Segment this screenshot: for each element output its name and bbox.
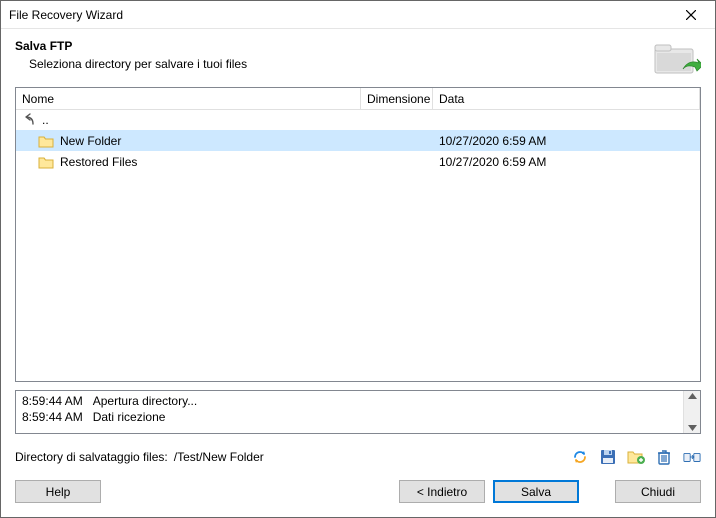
column-size[interactable]: Dimensione xyxy=(361,88,433,109)
up-label: .. xyxy=(42,113,49,127)
new-folder-icon xyxy=(627,449,645,465)
titlebar: File Recovery Wizard xyxy=(1,1,715,29)
save-button[interactable]: Salva xyxy=(493,480,579,503)
item-date: 10/27/2020 6:59 AM xyxy=(433,130,700,151)
save-directory-row: Directory di salvataggio files: /Test/Ne… xyxy=(1,440,715,466)
log-time: 8:59:44 AM xyxy=(22,409,83,425)
item-size xyxy=(361,151,433,172)
item-size xyxy=(361,130,433,151)
transfer-button[interactable] xyxy=(683,448,701,466)
log-line: 8:59:44 AM Apertura directory... xyxy=(22,393,677,409)
item-name: Restored Files xyxy=(60,155,137,169)
up-directory[interactable]: .. xyxy=(16,110,700,130)
folder-icon xyxy=(38,134,54,148)
log-time: 8:59:44 AM xyxy=(22,393,83,409)
column-date[interactable]: Data xyxy=(433,88,700,109)
close-window-button[interactable]: Chiudi xyxy=(615,480,701,503)
refresh-icon xyxy=(572,449,588,465)
content-area: Nome Dimensione Data .. xyxy=(1,87,715,440)
transfer-icon xyxy=(683,449,701,465)
column-name[interactable]: Nome xyxy=(16,88,361,109)
log-panel: 8:59:44 AM Apertura directory... 8:59:44… xyxy=(15,390,701,434)
trash-icon xyxy=(656,449,672,465)
scroll-up-icon xyxy=(688,393,697,399)
window-title: File Recovery Wizard xyxy=(9,8,671,22)
new-folder-button[interactable] xyxy=(627,448,645,466)
log-scrollbar[interactable] xyxy=(683,391,700,433)
wizard-window: File Recovery Wizard Salva FTP Seleziona… xyxy=(0,0,716,518)
toolbar xyxy=(571,448,701,466)
list-item[interactable]: New Folder 10/27/2020 6:59 AM xyxy=(16,130,700,151)
log-line: 8:59:44 AM Dati ricezione xyxy=(22,409,677,425)
log-body: 8:59:44 AM Apertura directory... 8:59:44… xyxy=(16,391,683,433)
log-msg: Apertura directory... xyxy=(93,393,197,409)
ftp-folder-icon xyxy=(653,39,701,79)
save-dir-label: Directory di salvataggio files: xyxy=(15,450,168,464)
up-arrow-icon xyxy=(22,113,38,127)
list-header: Nome Dimensione Data xyxy=(16,88,700,110)
item-name: New Folder xyxy=(60,134,121,148)
help-button[interactable]: Help xyxy=(15,480,101,503)
list-body[interactable]: .. New Folder 10/27/2020 6:59 AM xyxy=(16,110,700,381)
save-dir-path: /Test/New Folder xyxy=(174,450,264,464)
refresh-button[interactable] xyxy=(571,448,589,466)
list-item[interactable]: Restored Files 10/27/2020 6:59 AM xyxy=(16,151,700,172)
close-button[interactable] xyxy=(671,3,711,27)
folder-icon xyxy=(38,155,54,169)
button-row: Help < Indietro Salva Chiudi xyxy=(1,466,715,517)
save-button-icon[interactable] xyxy=(599,448,617,466)
wizard-header: Salva FTP Seleziona directory per salvar… xyxy=(1,29,715,87)
file-list: Nome Dimensione Data .. xyxy=(15,87,701,382)
item-date: 10/27/2020 6:59 AM xyxy=(433,151,700,172)
header-subtitle: Seleziona directory per salvare i tuoi f… xyxy=(15,57,653,71)
floppy-icon xyxy=(600,449,616,465)
scroll-down-icon xyxy=(688,425,697,431)
close-icon xyxy=(686,10,696,20)
header-title: Salva FTP xyxy=(15,39,653,53)
back-button[interactable]: < Indietro xyxy=(399,480,485,503)
log-msg: Dati ricezione xyxy=(93,409,166,425)
delete-button[interactable] xyxy=(655,448,673,466)
